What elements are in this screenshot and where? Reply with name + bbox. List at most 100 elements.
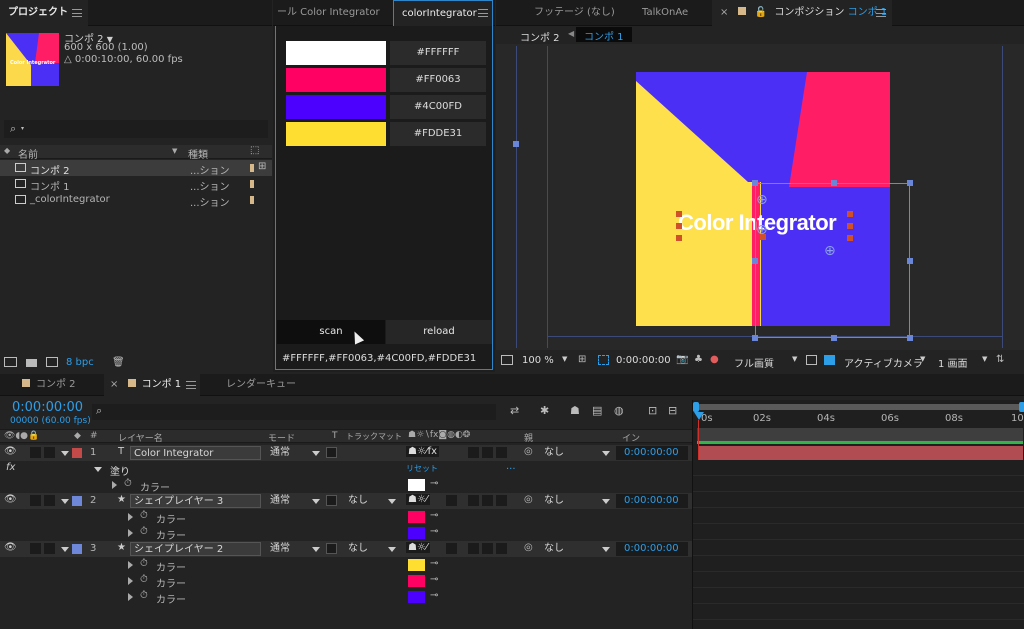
scan-button[interactable]: scan bbox=[277, 320, 385, 344]
selection-handle[interactable] bbox=[752, 258, 758, 264]
switch-box[interactable] bbox=[482, 495, 493, 506]
color-swatch[interactable] bbox=[408, 591, 425, 603]
frame-blend-icon[interactable]: ▤ bbox=[592, 404, 602, 417]
layer-label-color[interactable] bbox=[72, 544, 82, 554]
more-icon[interactable]: ⇅ bbox=[996, 354, 1004, 365]
viewer-canvas-area[interactable]: Color Integrator ⊕ ⊕ ⊕ bbox=[496, 44, 1024, 350]
layer-switches[interactable]: ☗☼⁄fx bbox=[406, 446, 440, 457]
color-prop-row[interactable]: ⏱ カラー ⊸ bbox=[0, 477, 692, 494]
selection-handle[interactable] bbox=[831, 180, 837, 186]
project-search-input[interactable]: ⌕ ▾ bbox=[4, 120, 268, 138]
layer-name[interactable]: シェイプレイヤー 3 bbox=[130, 494, 261, 508]
project-item-0[interactable]: コンポ 2 ...ション ⊞ bbox=[0, 160, 272, 177]
layer-in-time[interactable]: 0:00:00:00 bbox=[616, 494, 688, 508]
expand-arrow-icon[interactable] bbox=[128, 561, 133, 569]
expand-arrow-icon[interactable] bbox=[61, 499, 69, 504]
expand-arrow-icon[interactable] bbox=[61, 451, 69, 456]
layer-parent-select[interactable]: なし bbox=[544, 446, 564, 460]
swatch-3[interactable] bbox=[286, 122, 386, 146]
preserve-transparency-box[interactable] bbox=[326, 543, 337, 554]
swatch-1[interactable] bbox=[286, 68, 386, 92]
selection-handle[interactable] bbox=[907, 335, 913, 341]
swatch-2[interactable] bbox=[286, 95, 386, 119]
viewer-timecode[interactable]: 0:00:00:00 bbox=[616, 355, 671, 366]
switch-box[interactable] bbox=[482, 543, 493, 554]
views-select[interactable]: 1 画面 bbox=[938, 355, 968, 370]
tab-color-integrator-prev[interactable]: ール Color Integrator bbox=[277, 0, 389, 26]
lock-box[interactable] bbox=[44, 543, 55, 554]
switch-box[interactable] bbox=[496, 447, 507, 458]
grid-icon[interactable]: ⊞ bbox=[578, 354, 586, 365]
pickwhip-icon[interactable]: ◎ bbox=[524, 446, 533, 457]
stopwatch-icon[interactable]: ⏱ bbox=[140, 510, 148, 521]
graph-editor-icon[interactable]: ⊡ bbox=[648, 404, 657, 417]
expand-arrow-icon[interactable] bbox=[128, 529, 133, 537]
layer-label-color[interactable] bbox=[72, 496, 82, 506]
selection-handle[interactable] bbox=[831, 335, 837, 341]
eyedropper-icon[interactable]: ⊸ bbox=[430, 478, 438, 489]
roi-icon[interactable] bbox=[806, 355, 817, 365]
pickwhip-icon[interactable]: ◎ bbox=[524, 494, 533, 505]
sort-down-icon[interactable]: ▼ bbox=[172, 147, 177, 155]
selection-handle[interactable] bbox=[907, 258, 913, 264]
visibility-icon[interactable]: 👁 bbox=[4, 542, 17, 553]
work-area-start-handle[interactable] bbox=[693, 402, 699, 412]
expand-arrow-icon[interactable] bbox=[94, 467, 102, 472]
bpc-label[interactable]: 8 bpc bbox=[66, 357, 94, 368]
mode-dropdown-icon[interactable] bbox=[312, 451, 320, 456]
text-handle[interactable] bbox=[847, 211, 853, 217]
solo-box[interactable] bbox=[30, 447, 41, 458]
selection-handle[interactable] bbox=[752, 335, 758, 341]
magnify-toggle-icon[interactable] bbox=[501, 355, 513, 365]
anchor-point-icon[interactable]: ⊕ bbox=[824, 243, 836, 259]
layer-switches[interactable]: ☗☼⁄ bbox=[406, 494, 430, 505]
layer-parent-select[interactable]: なし bbox=[544, 494, 564, 508]
timeline-search-input[interactable]: ⌕ bbox=[92, 404, 496, 420]
label-col-icon[interactable]: ◆ bbox=[74, 431, 81, 441]
color-prop-row[interactable]: ⏱ カラー ⊸ bbox=[0, 557, 692, 574]
col-name[interactable]: 名前 bbox=[18, 146, 38, 161]
track-matte-select[interactable]: なし bbox=[348, 542, 368, 556]
eyedropper-icon[interactable]: ⊸ bbox=[430, 590, 438, 601]
preserve-transparency-box[interactable] bbox=[326, 447, 337, 458]
stopwatch-icon[interactable]: ⏱ bbox=[140, 526, 148, 537]
zoom-select[interactable]: 100 % bbox=[522, 355, 554, 366]
channel-icon[interactable]: ● bbox=[710, 354, 719, 365]
eyedropper-icon[interactable]: ⊸ bbox=[430, 574, 438, 585]
mode-dropdown-icon[interactable] bbox=[312, 547, 320, 552]
time-ruler[interactable]: 0s 02s 04s 06s 08s 10 bbox=[693, 412, 1024, 428]
work-area-end-handle[interactable] bbox=[1019, 402, 1024, 412]
expand-arrow-icon[interactable] bbox=[128, 577, 133, 585]
parent-dropdown-icon[interactable] bbox=[602, 547, 610, 552]
close-icon[interactable]: × bbox=[720, 7, 728, 18]
lock-box[interactable] bbox=[44, 447, 55, 458]
layer-switches[interactable]: ☗☼⁄ bbox=[406, 542, 430, 553]
parent-dropdown-icon[interactable] bbox=[602, 499, 610, 504]
swatch-0[interactable] bbox=[286, 41, 386, 65]
color-swatch[interactable] bbox=[408, 479, 425, 491]
viewer-menu-icon[interactable] bbox=[876, 9, 886, 17]
expand-arrow-icon[interactable] bbox=[112, 481, 117, 489]
interpret-footage-icon[interactable] bbox=[4, 357, 17, 367]
stopwatch-icon[interactable]: ⏱ bbox=[124, 478, 132, 489]
snapshot-icon[interactable]: 📷 bbox=[676, 354, 688, 365]
work-area-bar[interactable] bbox=[697, 404, 1023, 410]
crumb-comp1[interactable]: コンポ 1 bbox=[576, 27, 632, 43]
text-handle[interactable] bbox=[676, 235, 682, 241]
color-prop-row[interactable]: ⏱ カラー ⊸ bbox=[0, 589, 692, 606]
col-type[interactable]: 種類 bbox=[188, 146, 208, 161]
expand-arrow-icon[interactable] bbox=[128, 513, 133, 521]
tab-timeline-comp2[interactable]: コンポ 2 bbox=[22, 374, 76, 396]
views-dropdown-icon[interactable]: ▼ bbox=[982, 355, 987, 363]
color-prop-row[interactable]: ⏱ カラー ⊸ bbox=[0, 573, 692, 590]
switch-box[interactable] bbox=[482, 447, 493, 458]
camera-dropdown-icon[interactable]: ▼ bbox=[920, 355, 925, 363]
anchor-handle[interactable] bbox=[513, 141, 519, 147]
layer-mode-select[interactable]: 通常 bbox=[270, 446, 290, 460]
color-prop-row[interactable]: ⏱ カラー ⊸ bbox=[0, 525, 692, 542]
layer-parent-select[interactable]: なし bbox=[544, 542, 564, 556]
crumb-comp2[interactable]: コンポ 2 bbox=[520, 29, 560, 44]
stopwatch-icon[interactable]: ⏱ bbox=[140, 558, 148, 569]
color-swatch[interactable] bbox=[408, 527, 425, 539]
layer-name[interactable]: Color Integrator bbox=[130, 446, 261, 460]
